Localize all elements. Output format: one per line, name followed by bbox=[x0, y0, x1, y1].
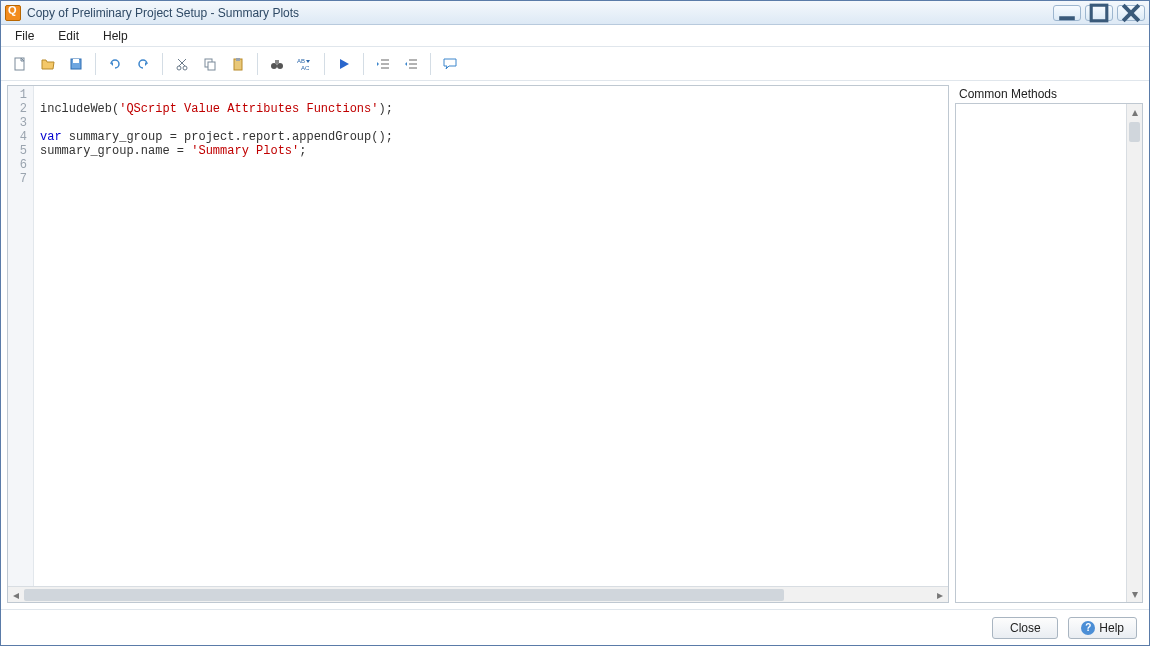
scissors-icon bbox=[174, 56, 190, 72]
paste-icon bbox=[230, 56, 246, 72]
toolbar-separator bbox=[363, 53, 364, 75]
menu-help[interactable]: Help bbox=[97, 27, 134, 45]
app-icon bbox=[5, 5, 21, 21]
scroll-down-arrow-icon[interactable]: ▾ bbox=[1127, 586, 1142, 602]
save-icon bbox=[68, 56, 84, 72]
common-methods-panel: Common Methods ▴ ▾ bbox=[955, 85, 1143, 603]
scrollbar-thumb[interactable] bbox=[24, 589, 784, 601]
replace-button[interactable]: ABAC bbox=[292, 51, 318, 77]
title-bar: Copy of Preliminary Project Setup - Summ… bbox=[1, 1, 1149, 25]
svg-rect-12 bbox=[208, 62, 215, 70]
methods-list-box: ▴ ▾ bbox=[955, 103, 1143, 603]
close-icon bbox=[1118, 0, 1144, 26]
toolbar-separator bbox=[95, 53, 96, 75]
svg-rect-6 bbox=[73, 59, 79, 63]
close-window-button[interactable] bbox=[1117, 5, 1145, 21]
window-title: Copy of Preliminary Project Setup - Summ… bbox=[27, 6, 1053, 20]
help-button-label: Help bbox=[1099, 621, 1124, 635]
redo-button[interactable] bbox=[130, 51, 156, 77]
copy-button[interactable] bbox=[197, 51, 223, 77]
menu-bar: File Edit Help bbox=[1, 25, 1149, 47]
body-area: 1234567 includeWeb('QScript Value Attrib… bbox=[1, 81, 1149, 609]
copy-icon bbox=[202, 56, 218, 72]
binoculars-icon bbox=[269, 56, 285, 72]
cut-button[interactable] bbox=[169, 51, 195, 77]
outdent-button[interactable] bbox=[370, 51, 396, 77]
help-icon: ? bbox=[1081, 621, 1095, 635]
minimize-button[interactable] bbox=[1053, 5, 1081, 21]
menu-file[interactable]: File bbox=[9, 27, 40, 45]
scroll-up-arrow-icon[interactable]: ▴ bbox=[1127, 104, 1142, 120]
svg-rect-17 bbox=[275, 60, 279, 64]
svg-line-9 bbox=[179, 59, 186, 66]
svg-text:AB: AB bbox=[297, 58, 305, 64]
redo-icon bbox=[135, 56, 151, 72]
window-controls bbox=[1053, 5, 1145, 21]
line-number-gutter: 1234567 bbox=[8, 86, 34, 602]
comment-button[interactable] bbox=[437, 51, 463, 77]
horizontal-scrollbar[interactable]: ◂ ▸ bbox=[8, 586, 948, 602]
scrollbar-thumb[interactable] bbox=[1129, 122, 1140, 142]
open-button[interactable] bbox=[35, 51, 61, 77]
undo-icon bbox=[107, 56, 123, 72]
app-window: Copy of Preliminary Project Setup - Summ… bbox=[0, 0, 1150, 646]
toolbar-separator bbox=[324, 53, 325, 75]
menu-edit[interactable]: Edit bbox=[52, 27, 85, 45]
undo-button[interactable] bbox=[102, 51, 128, 77]
toolbar-separator bbox=[162, 53, 163, 75]
toolbar-separator bbox=[257, 53, 258, 75]
save-button[interactable] bbox=[63, 51, 89, 77]
play-icon bbox=[336, 56, 352, 72]
close-button-label: Close bbox=[1010, 621, 1041, 635]
new-file-icon bbox=[12, 56, 28, 72]
replace-icon: ABAC bbox=[297, 56, 313, 72]
svg-line-10 bbox=[178, 59, 185, 66]
code-editor[interactable]: 1234567 includeWeb('QScript Value Attrib… bbox=[7, 85, 949, 603]
new-button[interactable] bbox=[7, 51, 33, 77]
speech-bubble-icon bbox=[442, 56, 458, 72]
vertical-scrollbar[interactable]: ▴ ▾ bbox=[1126, 104, 1142, 602]
maximize-icon bbox=[1086, 0, 1112, 26]
indent-icon bbox=[403, 56, 419, 72]
find-button[interactable] bbox=[264, 51, 290, 77]
methods-list[interactable] bbox=[956, 104, 1126, 602]
outdent-icon bbox=[375, 56, 391, 72]
close-button[interactable]: Close bbox=[992, 617, 1058, 639]
help-button[interactable]: ? Help bbox=[1068, 617, 1137, 639]
svg-rect-1 bbox=[1091, 5, 1107, 21]
svg-point-8 bbox=[183, 66, 187, 70]
open-folder-icon bbox=[40, 56, 56, 72]
svg-point-7 bbox=[177, 66, 181, 70]
toolbar: ABAC bbox=[1, 47, 1149, 81]
run-button[interactable] bbox=[331, 51, 357, 77]
paste-button[interactable] bbox=[225, 51, 251, 77]
indent-button[interactable] bbox=[398, 51, 424, 77]
toolbar-separator bbox=[430, 53, 431, 75]
minimize-icon bbox=[1054, 0, 1080, 26]
side-panel-header: Common Methods bbox=[955, 85, 1143, 103]
svg-rect-14 bbox=[236, 58, 240, 61]
scroll-right-arrow-icon[interactable]: ▸ bbox=[932, 587, 948, 603]
maximize-button[interactable] bbox=[1085, 5, 1113, 21]
scroll-left-arrow-icon[interactable]: ◂ bbox=[8, 587, 24, 603]
svg-text:AC: AC bbox=[301, 65, 310, 71]
dialog-footer: Close ? Help bbox=[1, 609, 1149, 645]
code-content[interactable]: includeWeb('QScript Value Attributes Fun… bbox=[34, 86, 948, 602]
